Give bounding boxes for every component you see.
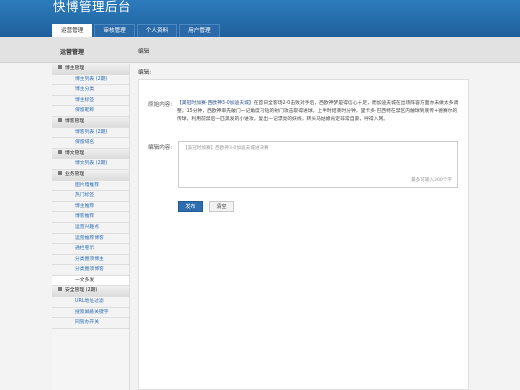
sidebar-item[interactable]: 图片墙推荐 bbox=[52, 180, 129, 192]
sidebar-item[interactable]: 运营推荐博客 bbox=[52, 233, 129, 245]
sidebar-item-label: URL地址过滤 bbox=[75, 299, 104, 305]
sidebar-item[interactable]: 博文列表 (2期) bbox=[52, 159, 129, 170]
sidebar-item[interactable]: 搜索屏蔽关键字 bbox=[52, 307, 129, 319]
tab-users[interactable]: 用户管理 bbox=[179, 24, 220, 37]
sidebar-item-label: 博客列表 (2期) bbox=[75, 129, 108, 135]
sidebar-item[interactable]: 通栏卷示 bbox=[52, 244, 129, 255]
sidebar-item-label: 通栏卷示 bbox=[75, 246, 95, 252]
sidebar-item-label: 博文管理 bbox=[65, 150, 85, 156]
sidebar-item-label: 博主分类 bbox=[75, 87, 95, 93]
clear-button[interactable]: 清空 bbox=[209, 201, 234, 212]
original-content-tag: 【美冠时加赛-西欧神3-0加迪夫城】 bbox=[177, 101, 254, 106]
sidebar-item-label: 运营兴趣点 bbox=[75, 224, 99, 230]
sidebar-item-label: 博客管理 bbox=[65, 118, 85, 124]
collapse-square-icon bbox=[58, 170, 62, 175]
sidebar-item-label: 保留域名 bbox=[75, 140, 95, 146]
char-limit-hint: 最多可输入300个字 bbox=[411, 178, 452, 183]
sidebar-item-label: 博主标签 bbox=[75, 97, 95, 103]
sidebar-item[interactable]: 博主推荐 bbox=[52, 201, 129, 213]
main-content: 编辑: 原始内容: 【美冠时加赛-西欧神3-0加迪夫城】在首日全客场2-0击败对… bbox=[138, 68, 520, 390]
sidebar-item-label: 分类圈须博主 bbox=[75, 256, 104, 262]
page-title: 编辑: bbox=[138, 70, 152, 76]
sidebar-item-label: 业务管理 bbox=[65, 171, 85, 177]
sidebar-item[interactable]: 分类圈须博客 bbox=[52, 265, 129, 276]
sidebar-item[interactable]: URL地址过滤 bbox=[52, 297, 129, 308]
top-header: 快博管理后台 运营管理 审核管理 个人资料 用户管理 bbox=[0, 0, 520, 37]
sidebar-item-label: 博主列表 (2期) bbox=[75, 76, 108, 82]
sidebar-item-label: 一文多发 bbox=[75, 277, 95, 283]
sidebar-menu: 博主管理博主列表 (2期) 博主分类博主标签保留昵称博客管理博客列表 (2期) 保留… bbox=[52, 64, 130, 390]
sidebar-item-label: 保留昵称 bbox=[75, 108, 95, 114]
collapse-square-icon bbox=[58, 149, 62, 154]
app-title: 快博管理后台 bbox=[53, 0, 132, 14]
tab-profile[interactable]: 个人资料 bbox=[136, 24, 178, 37]
sidebar-item-label: 博主管理 bbox=[65, 66, 85, 71]
collapse-square-icon bbox=[58, 117, 62, 122]
sidebar-item[interactable]: 同管办开关 bbox=[52, 318, 129, 329]
main-tabs: 运营管理 审核管理 个人资料 用户管理 bbox=[52, 24, 222, 37]
original-content-text: 【美冠时加赛-西欧神3-0加迪夫城】在首日全客场2-0击败对手后，西欧神梦是得信… bbox=[177, 100, 462, 123]
sidebar-item[interactable]: 保留昵称 bbox=[52, 106, 129, 117]
sidebar-group[interactable]: 博文管理 bbox=[52, 148, 129, 160]
section-title: 运营管理 bbox=[60, 49, 85, 56]
sidebar-item-label: 博主推荐 bbox=[75, 203, 95, 209]
publish-button[interactable]: 发布 bbox=[178, 201, 203, 212]
sidebar-item[interactable]: 博客列表 (2期) bbox=[52, 127, 129, 139]
collapse-square-icon bbox=[58, 65, 62, 69]
sidebar-item[interactable]: 博主列表 (2期) bbox=[52, 74, 129, 86]
sidebar-item[interactable]: 一文多发 bbox=[52, 275, 129, 287]
collapse-square-icon bbox=[58, 287, 62, 292]
sidebar-item[interactable]: 博主标签 bbox=[52, 95, 129, 107]
sidebar-item-label: 图片墙推荐 bbox=[75, 182, 99, 188]
sidebar-item[interactable]: 博主分类 bbox=[52, 85, 129, 96]
sidebar-item-label: 分类圈须博客 bbox=[75, 267, 104, 273]
original-content-label: 原始内容: bbox=[148, 102, 173, 108]
sidebar-group[interactable]: 业务管理 bbox=[52, 169, 129, 181]
sidebar-item-label: 运营推荐博客 bbox=[75, 235, 104, 241]
tab-operations[interactable]: 运营管理 bbox=[52, 24, 93, 37]
sidebar-item-label: 热门标签 bbox=[75, 193, 95, 199]
sidebar-item-label: 同管办开关 bbox=[75, 320, 99, 326]
sidebar-group[interactable]: 博客管理 bbox=[52, 116, 129, 128]
sidebar-item[interactable]: 博客推荐 bbox=[52, 212, 129, 223]
tab-review[interactable]: 审核管理 bbox=[94, 24, 135, 37]
sidebar-item-label: 安全管理 (2期) bbox=[65, 288, 98, 294]
sidebar-item-label: 博客推荐 bbox=[75, 214, 95, 220]
edit-content-label: 编辑内容: bbox=[148, 145, 173, 151]
edit-panel: 原始内容: 【美冠时加赛-西欧神3-0加迪夫城】在首日全客场2-0击败对手后，西… bbox=[138, 79, 469, 390]
sidebar-group[interactable]: 安全管理 (2期) bbox=[52, 286, 129, 298]
edit-content-textarea[interactable]: 【美冠时加赛】西欧神3-0加迪夫城进决赛 最多可输入300个字 bbox=[178, 141, 458, 188]
sidebar-item[interactable]: 保留域名 bbox=[52, 138, 129, 149]
textarea-value: 【美冠时加赛】西欧神3-0加迪夫城进决赛 bbox=[183, 146, 269, 151]
sidebar-item[interactable]: 分类圈须博主 bbox=[52, 254, 129, 266]
sidebar-item-label: 博文列表 (2期) bbox=[75, 161, 108, 167]
sub-header-bar: 运营管理 编辑 bbox=[0, 37, 520, 63]
sidebar-group[interactable]: 博主管理 bbox=[52, 64, 129, 75]
breadcrumb: 编辑 bbox=[138, 49, 150, 55]
sidebar-item[interactable]: 运营兴趣点 bbox=[52, 222, 129, 234]
sidebar-item[interactable]: 热门标签 bbox=[52, 191, 129, 202]
sidebar-item-label: 搜索屏蔽关键字 bbox=[75, 309, 109, 315]
